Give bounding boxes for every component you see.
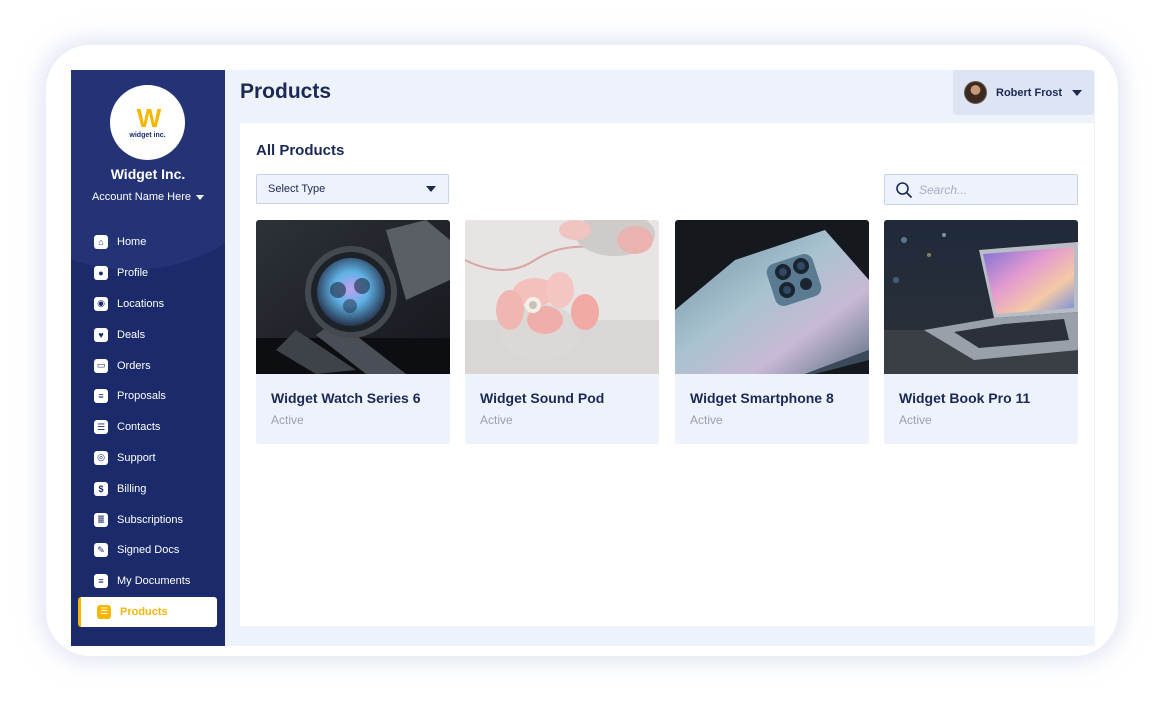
section-title: All Products bbox=[256, 142, 345, 159]
sidebar-item-subscriptions[interactable]: ≣ Subscriptions bbox=[71, 504, 225, 535]
product-name: Widget Smartphone 8 bbox=[690, 390, 834, 406]
product-status: Active bbox=[690, 413, 723, 427]
logo-text: widget inc. bbox=[129, 132, 166, 139]
select-type-dropdown[interactable]: Select Type bbox=[256, 174, 449, 204]
product-card-smartphone[interactable]: Widget Smartphone 8 Active bbox=[675, 220, 869, 444]
sidebar-item-label: Profile bbox=[117, 267, 149, 280]
product-image-sound-pod bbox=[465, 220, 659, 374]
document-icon: ≡ bbox=[94, 389, 108, 404]
sidebar-item-support[interactable]: ◎ Support bbox=[71, 443, 225, 474]
sidebar-item-label: Home bbox=[117, 236, 147, 249]
chevron-down-icon bbox=[1072, 90, 1082, 96]
signed-doc-icon: ✎ bbox=[94, 543, 108, 558]
sidebar-item-my-documents[interactable]: ≡ My Documents bbox=[71, 566, 225, 597]
sidebar-item-label: Subscriptions bbox=[117, 513, 184, 526]
company-logo[interactable]: W widget inc. bbox=[110, 85, 185, 160]
product-status: Active bbox=[899, 413, 932, 427]
product-name: Widget Watch Series 6 bbox=[271, 390, 421, 406]
chevron-down-icon bbox=[196, 194, 205, 200]
sidebar-item-label: Support bbox=[117, 451, 156, 464]
product-image-smartphone bbox=[675, 220, 869, 374]
sidebar-item-label: Deals bbox=[117, 328, 146, 341]
account-selector[interactable]: Account Name Here bbox=[71, 191, 225, 203]
select-type-label: Select Type bbox=[268, 183, 326, 195]
user-menu[interactable]: Robert Frost bbox=[953, 70, 1094, 115]
product-name: Widget Book Pro 11 bbox=[899, 390, 1031, 406]
product-status: Active bbox=[271, 413, 304, 427]
sidebar-item-label: Contacts bbox=[117, 421, 161, 434]
orders-icon: ▭ bbox=[94, 358, 108, 373]
account-name-label: Account Name Here bbox=[91, 191, 192, 203]
search-input[interactable] bbox=[919, 182, 1069, 197]
subscriptions-icon: ≣ bbox=[94, 512, 108, 527]
sidebar-item-label: Locations bbox=[117, 297, 165, 310]
product-image-laptop bbox=[884, 220, 1078, 374]
app-screen: W widget inc. Widget Inc. Account Name H… bbox=[71, 70, 1095, 646]
home-icon: ⌂ bbox=[94, 235, 108, 250]
handshake-icon: ♥ bbox=[94, 327, 108, 342]
product-status: Active bbox=[480, 413, 513, 427]
company-name: Widget Inc. bbox=[110, 166, 186, 182]
my-documents-icon: ≡ bbox=[94, 574, 108, 589]
location-pin-icon: ◉ bbox=[94, 296, 108, 311]
search-icon bbox=[896, 181, 912, 198]
avatar bbox=[964, 81, 987, 104]
products-panel: All Products Select Type Search... Widge… bbox=[240, 123, 1094, 626]
sidebar-item-products[interactable]: ☰ Products bbox=[78, 596, 217, 628]
sidebar-item-locations[interactable]: ◉ Locations bbox=[71, 289, 225, 320]
product-card-sound-pod[interactable]: Widget Sound Pod Active bbox=[465, 220, 659, 444]
profile-icon: ● bbox=[94, 266, 108, 281]
sidebar-item-deals[interactable]: ♥ Deals bbox=[71, 319, 225, 350]
contacts-list-icon: ☰ bbox=[94, 420, 108, 435]
sidebar-item-label: Proposals bbox=[117, 390, 166, 403]
sidebar-item-billing[interactable]: $ Billing bbox=[71, 473, 225, 504]
sidebar-item-label: Signed Docs bbox=[117, 544, 180, 557]
support-icon: ◎ bbox=[94, 450, 108, 465]
sidebar-item-home[interactable]: ⌂ Home bbox=[71, 227, 225, 258]
products-icon: ☰ bbox=[97, 604, 111, 619]
sidebar-item-proposals[interactable]: ≡ Proposals bbox=[71, 381, 225, 412]
sidebar-item-orders[interactable]: ▭ Orders bbox=[71, 350, 225, 381]
product-grid: Widget Watch Series 6 Active Widget Soun… bbox=[256, 220, 1078, 444]
sidebar-item-profile[interactable]: ● Profile bbox=[71, 258, 225, 289]
sidebar-item-signed-docs[interactable]: ✎ Signed Docs bbox=[71, 535, 225, 566]
product-card-watch[interactable]: Widget Watch Series 6 Active bbox=[256, 220, 450, 444]
logo-w-mark: W bbox=[136, 103, 161, 133]
sidebar-item-label: Products bbox=[120, 605, 168, 618]
product-image-watch bbox=[256, 220, 450, 374]
dollar-icon: $ bbox=[94, 481, 108, 496]
sidebar-item-label: My Documents bbox=[117, 575, 191, 588]
sidebar-nav: ⌂ Home ● Profile ◉ Locations ♥ Deals ▭ O… bbox=[71, 227, 225, 628]
sidebar: W widget inc. Widget Inc. Account Name H… bbox=[71, 70, 225, 646]
search-box bbox=[884, 174, 1078, 205]
user-name: Robert Frost bbox=[996, 86, 1062, 99]
sidebar-item-label: Billing bbox=[117, 482, 147, 495]
page-title: Products bbox=[240, 80, 332, 103]
chevron-down-icon bbox=[426, 186, 436, 192]
product-name: Widget Sound Pod bbox=[480, 390, 605, 406]
sidebar-item-label: Orders bbox=[117, 359, 151, 372]
product-card-laptop[interactable]: Widget Book Pro 11 Active bbox=[884, 220, 1078, 444]
sidebar-item-contacts[interactable]: ☰ Contacts bbox=[71, 412, 225, 443]
